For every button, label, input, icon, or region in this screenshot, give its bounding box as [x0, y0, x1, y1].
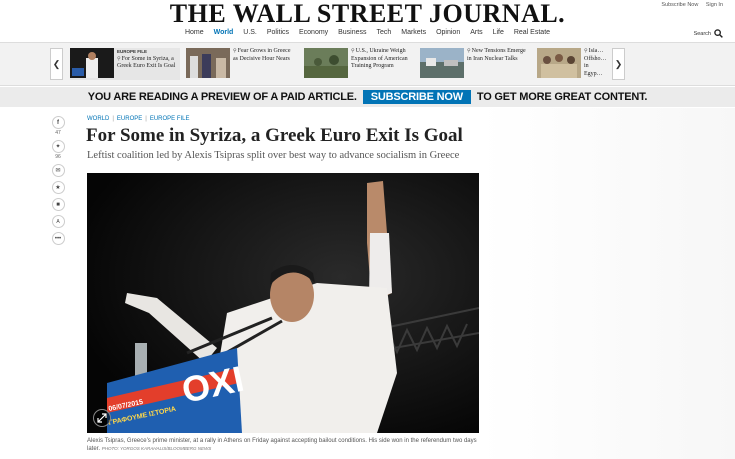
- search-button[interactable]: Search: [694, 29, 723, 38]
- signin-link[interactable]: Sign In: [706, 2, 723, 8]
- banner-post-text: TO GET MORE GREAT CONTENT.: [476, 91, 648, 103]
- crumb-world[interactable]: WORLD: [87, 116, 109, 122]
- carousel-next-button[interactable]: ❯: [612, 48, 625, 80]
- facebook-share-count: 47: [55, 130, 61, 136]
- photo-caption: Alexis Tsipras, Greece’s prime minister,…: [87, 437, 479, 453]
- chevron-right-icon: ❯: [614, 58, 623, 69]
- more-options-button[interactable]: •••: [51, 232, 65, 245]
- account-links: Subscribe Now Sign In: [655, 2, 723, 8]
- share-rail: f 47 ✦ 96 ✉ ★ ■ A •••: [50, 116, 66, 249]
- card-kicker: EUROPE FILE: [117, 49, 148, 54]
- story-thumbnail: [70, 48, 114, 78]
- twitter-share-count: 96: [55, 154, 61, 160]
- facebook-share-button[interactable]: f: [51, 116, 65, 129]
- card-title: For Some in Syriza, a Greek Euro Exit Is…: [117, 55, 176, 70]
- story-thumbnail: [537, 48, 581, 78]
- carousel-prev-button[interactable]: ❮: [50, 48, 63, 80]
- wsj-logo[interactable]: THE WALL STREET JOURNAL.: [0, 0, 735, 28]
- email-icon: ✉: [55, 168, 61, 174]
- article-dek: Leftist coalition led by Alexis Tsipras …: [87, 150, 460, 161]
- paywall-banner: YOU ARE READING A PREVIEW OF A PAID ARTI…: [0, 87, 735, 107]
- nav-world[interactable]: World: [214, 29, 234, 36]
- nav-politics[interactable]: Politics: [267, 29, 289, 36]
- nav-arts[interactable]: Arts: [470, 29, 482, 36]
- chevron-left-icon: ❮: [52, 58, 61, 69]
- crumb-separator: |: [112, 116, 114, 122]
- facebook-icon: f: [57, 119, 59, 126]
- nav-markets[interactable]: Markets: [401, 29, 426, 36]
- search-icon: [714, 29, 723, 38]
- search-label: Search: [693, 30, 711, 37]
- right-background: [480, 108, 735, 459]
- breadcrumb: WORLD | EUROPE | EUROPE FILE: [87, 116, 190, 122]
- text-size-icon: A: [56, 218, 60, 225]
- carousel-card[interactable]: EUROPE FILE ⚲For Some in Syriza, a Greek…: [70, 48, 180, 80]
- twitter-share-button[interactable]: ✦: [51, 140, 65, 153]
- save-article-button[interactable]: ★: [51, 181, 65, 194]
- comment-icon: ■: [56, 201, 60, 208]
- carousel-card[interactable]: ⚲Fear Grows in Greece as Decisive Hour N…: [186, 48, 298, 80]
- photo-credit: PHOTO: YORGOS KARAHALIS/BLOOMBERG NEWS: [101, 446, 212, 451]
- key-icon: ⚲: [467, 49, 471, 54]
- key-icon: ⚲: [351, 49, 355, 54]
- nav-home[interactable]: Home: [185, 29, 204, 36]
- text-size-button[interactable]: A: [51, 215, 65, 228]
- story-thumbnail: [304, 48, 348, 78]
- nav-tech[interactable]: Tech: [376, 29, 391, 36]
- rally-photo-illustration: OXI 06/07/2015 ΓΡΑΦΟΥΜΕ ΙΣΤΟΡΙΑ: [87, 173, 479, 433]
- related-stories-carousel: ❮ EUROPE FILE ⚲For Some in Syriza, a Gre…: [0, 42, 735, 86]
- carousel-card[interactable]: ⚲U.S., Ukraine Weigh Expansion of Americ…: [304, 48, 416, 80]
- card-title: Fear Grows in Greece as Decisive Hour Ne…: [233, 48, 291, 62]
- expand-icon: [97, 413, 107, 423]
- article-photo: OXI 06/07/2015 ΓΡΑΦΟΥΜΕ ΙΣΤΟΡΙΑ: [87, 173, 479, 433]
- nav-business[interactable]: Business: [338, 29, 366, 36]
- nav-economy[interactable]: Economy: [299, 29, 328, 36]
- more-icon: •••: [54, 235, 62, 242]
- nav-opinion[interactable]: Opinion: [436, 29, 460, 36]
- key-icon: ⚲: [584, 49, 588, 54]
- main-nav: Home World U.S. Politics Economy Busines…: [0, 29, 735, 36]
- star-icon: ★: [55, 185, 61, 191]
- masthead: THE WALL STREET JOURNAL. Subscribe Now S…: [0, 0, 735, 42]
- key-icon: ⚲: [117, 56, 121, 62]
- crumb-separator: |: [145, 116, 147, 122]
- nav-real-estate[interactable]: Real Estate: [514, 29, 550, 36]
- carousel-card[interactable]: ⚲New Tensions Emerge in Iran Nuclear Tal…: [420, 48, 532, 80]
- crumb-europe[interactable]: EUROPE: [117, 116, 142, 122]
- banner-pre-text: YOU ARE READING A PREVIEW OF A PAID ARTI…: [87, 91, 357, 103]
- subscribe-now-button[interactable]: SUBSCRIBE NOW: [362, 90, 471, 104]
- nav-us[interactable]: U.S.: [243, 29, 257, 36]
- card-title: U.S., Ukraine Weigh Expansion of America…: [351, 48, 408, 69]
- comments-button[interactable]: ■: [51, 198, 65, 211]
- carousel-card[interactable]: ⚲Isla… Offsho… in Egyp…: [537, 48, 611, 80]
- subscribe-link[interactable]: Subscribe Now: [661, 2, 698, 8]
- nav-life[interactable]: Life: [493, 29, 504, 36]
- twitter-icon: ✦: [55, 144, 61, 150]
- story-thumbnail: [186, 48, 230, 78]
- email-share-button[interactable]: ✉: [51, 164, 65, 177]
- article-headline: For Some in Syriza, a Greek Euro Exit Is…: [86, 125, 463, 146]
- key-icon: ⚲: [233, 49, 237, 54]
- story-thumbnail: [420, 48, 464, 78]
- crumb-europe-file[interactable]: EUROPE FILE: [150, 116, 190, 122]
- expand-image-button[interactable]: [93, 409, 111, 427]
- card-title: New Tensions Emerge in Iran Nuclear Talk…: [467, 48, 526, 62]
